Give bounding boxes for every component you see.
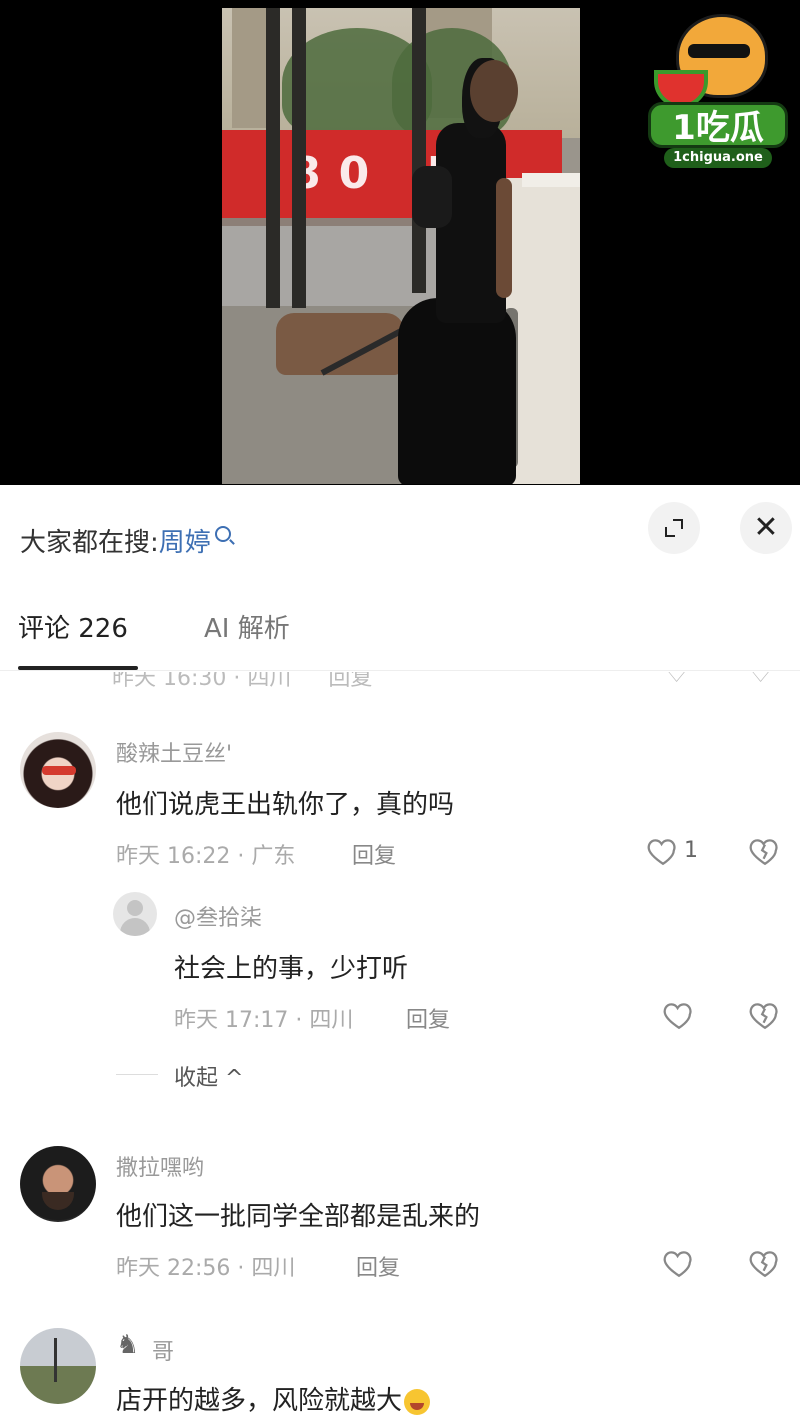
video-door-frame bbox=[292, 8, 306, 308]
comment-text: 店开的越多，风险就越大 bbox=[116, 1386, 403, 1416]
reply-text: 社会上的事，少打听 bbox=[174, 954, 409, 984]
comment-username[interactable]: 撒拉嘿哟 bbox=[116, 1150, 204, 1182]
search-prefix: 大家都在搜: bbox=[20, 527, 159, 558]
search-icon[interactable] bbox=[214, 526, 231, 542]
comment-time-location: 昨天 16:22 · 广东 bbox=[116, 844, 296, 869]
reply-button[interactable]: 回复 bbox=[406, 1002, 450, 1034]
avatar-default[interactable] bbox=[113, 892, 157, 936]
comment-text: 他们这一批同学全部都是乱来的 bbox=[116, 1202, 481, 1232]
logo-brand: 1吃瓜 bbox=[648, 102, 788, 148]
video-door-frame bbox=[412, 8, 426, 293]
reply-button[interactable]: 回复 bbox=[356, 1250, 400, 1282]
video-player[interactable]: 1 08 1吃瓜 1chigua.one bbox=[0, 0, 800, 485]
avatar-body bbox=[120, 918, 150, 936]
like-count: 1 bbox=[684, 838, 698, 863]
avatar[interactable] bbox=[20, 732, 96, 808]
tab-bar: 评论 226 AI 解析 bbox=[0, 608, 800, 672]
suggested-search[interactable]: 大家都在搜: 周婷 bbox=[20, 520, 231, 560]
avatar-sunglasses bbox=[42, 766, 76, 775]
horse-icon: ♞ bbox=[116, 1330, 140, 1360]
video-counter-top bbox=[522, 173, 580, 187]
watermark-logo: 1吃瓜 1chigua.one bbox=[648, 14, 788, 174]
avatar[interactable] bbox=[20, 1328, 96, 1404]
avatar-head bbox=[127, 900, 143, 916]
video-person-skirt bbox=[398, 298, 516, 484]
laughing-crying-emoji-icon bbox=[404, 1388, 431, 1415]
heart-icon[interactable] bbox=[662, 998, 696, 1032]
broken-heart-icon[interactable] bbox=[748, 834, 782, 868]
video-person-arm bbox=[496, 178, 512, 298]
broken-heart-icon[interactable] bbox=[748, 998, 782, 1032]
comment-time-location: 昨天 22:56 · 四川 bbox=[116, 1256, 296, 1281]
expand-button[interactable] bbox=[648, 502, 700, 554]
avatar-pole bbox=[54, 1338, 57, 1382]
divider bbox=[0, 670, 800, 671]
sunglasses-icon bbox=[688, 44, 750, 58]
reply-button[interactable]: 回复 bbox=[352, 838, 396, 870]
heart-icon[interactable] bbox=[646, 834, 680, 868]
comment-username[interactable]: 哥 bbox=[152, 1334, 174, 1366]
comment-text: 他们说虎王出轨你了，真的吗 bbox=[116, 790, 455, 820]
video-person-bag bbox=[412, 166, 452, 228]
tab-ai-analysis[interactable]: AI 解析 bbox=[204, 608, 290, 645]
tab-comments[interactable]: 评论 226 bbox=[18, 608, 128, 645]
heart-icon[interactable] bbox=[662, 1246, 696, 1280]
collapse-replies-button[interactable]: 收起 ^ bbox=[174, 1060, 243, 1092]
reply-username[interactable]: @叁拾柒 bbox=[174, 900, 262, 932]
video-person-head bbox=[470, 60, 518, 122]
comment-username[interactable]: 酸辣土豆丝' bbox=[116, 736, 232, 768]
video-frame: 1 08 bbox=[222, 8, 580, 484]
search-term-link[interactable]: 周婷 bbox=[159, 522, 211, 559]
close-icon: ✕ bbox=[753, 510, 779, 545]
collapse-divider bbox=[116, 1074, 158, 1075]
expand-icon bbox=[665, 519, 683, 537]
comment-text-row: 店开的越多，风险就越大 bbox=[116, 1380, 431, 1417]
broken-heart-icon[interactable] bbox=[748, 1246, 782, 1280]
video-door-frame bbox=[266, 8, 280, 308]
logo-url: 1chigua.one bbox=[664, 148, 772, 168]
avatar-beard bbox=[42, 1192, 74, 1210]
close-button[interactable]: ✕ bbox=[740, 502, 792, 554]
reply-time-location: 昨天 17:17 · 四川 bbox=[174, 1008, 354, 1033]
avatar[interactable] bbox=[20, 1146, 96, 1222]
